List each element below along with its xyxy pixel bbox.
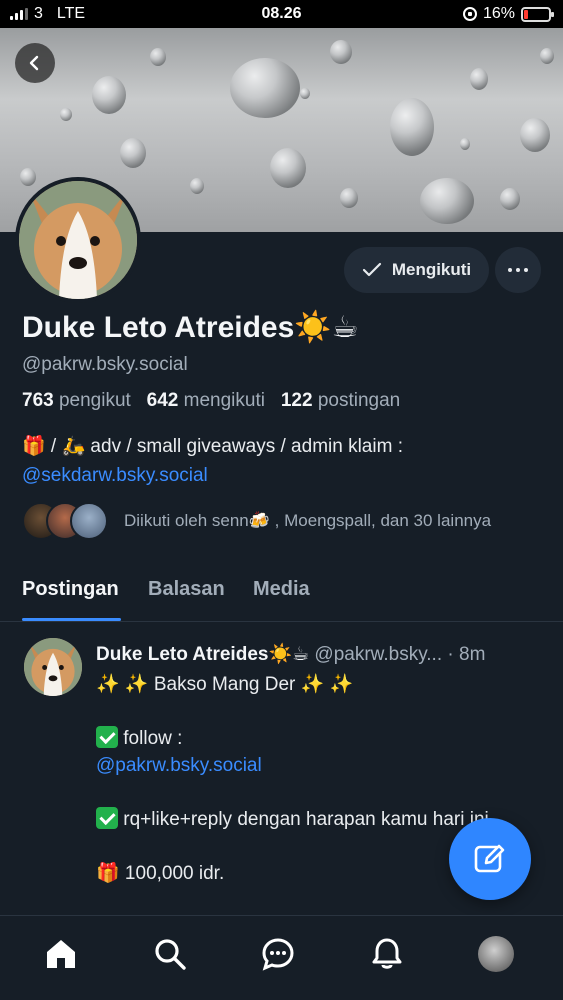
bell-icon — [372, 938, 402, 969]
check-icon — [362, 262, 381, 277]
dog-avatar-image — [24, 638, 82, 696]
post-author-name[interactable]: Duke Leto Atreides☀️☕ — [96, 644, 309, 665]
profile-bio: 🎁 / 🛵 adv / small giveaways / admin klai… — [22, 432, 542, 490]
tab-replies[interactable]: Balasan — [148, 578, 225, 601]
followed-by-row[interactable]: Diikuti oleh senn🍻 , Moengspall, dan 30 … — [22, 502, 491, 540]
home-icon — [47, 940, 75, 968]
post-line: ✨ ✨ Bakso Mang Der ✨ ✨ — [96, 674, 354, 695]
dog-avatar-image — [19, 181, 137, 299]
compose-icon — [474, 844, 505, 873]
post-author-handle[interactable]: @pakrw.bsky... — [314, 644, 442, 665]
post-author-avatar[interactable] — [24, 638, 82, 696]
following-stat[interactable]: 642 mengikuti — [147, 390, 265, 411]
check-emoji-icon — [96, 726, 118, 748]
rotation-lock-icon — [462, 7, 477, 21]
post-time: · 8m — [447, 644, 486, 665]
profile-stats: 763 pengikut 642 mengikuti 122 postingan — [22, 390, 400, 412]
nav-search[interactable] — [150, 934, 190, 974]
back-icon — [29, 55, 39, 71]
check-emoji-icon — [96, 807, 118, 829]
bio-text: 🎁 / 🛵 adv / small giveaways / admin klai… — [22, 436, 403, 457]
profile-avatar[interactable] — [15, 177, 141, 303]
post-mention-link[interactable]: @pakrw.bsky.social — [96, 752, 536, 779]
nav-home[interactable] — [41, 934, 81, 974]
post-line: rq+like+reply dengan harapan kamu hari i… — [118, 809, 495, 830]
chat-icon — [262, 938, 294, 971]
more-options-button[interactable] — [495, 247, 541, 293]
bio-link[interactable]: @sekdarw.bsky.social — [22, 465, 208, 486]
battery-percent: 16% — [482, 5, 515, 22]
following-button[interactable]: Mengikuti — [344, 247, 489, 293]
search-icon — [155, 939, 186, 970]
posts-stat: 122 postingan — [280, 390, 401, 411]
status-bar: 3 LTE 08.26 16% — [0, 0, 563, 28]
nav-notifications[interactable] — [367, 934, 407, 974]
more-icon — [508, 268, 512, 272]
profile-handle: @pakrw.bsky.social — [22, 354, 188, 375]
post-header: Duke Leto Atreides☀️☕ @pakrw.bsky... · 8… — [96, 642, 546, 666]
nav-profile[interactable] — [476, 934, 516, 974]
followers-stat[interactable]: 763 pengikut — [22, 390, 131, 411]
following-button-label: Mengikuti — [391, 260, 472, 279]
tab-media[interactable]: Media — [253, 578, 310, 601]
followed-by-text: Diikuti oleh senn🍻 , Moengspall, dan 30 … — [124, 511, 492, 530]
follower-avatar — [70, 502, 108, 540]
back-button[interactable] — [15, 43, 55, 83]
tab-posts[interactable]: Postingan — [22, 578, 119, 601]
compose-button[interactable] — [449, 818, 531, 900]
post-line: follow : — [118, 728, 183, 749]
display-name: Duke Leto Atreides☀️☕ — [22, 311, 359, 344]
bottom-navigation — [0, 915, 563, 1000]
profile-avatar-small — [478, 936, 514, 972]
active-tab-indicator — [22, 618, 121, 621]
nav-chat[interactable] — [258, 934, 298, 974]
profile-tabs: Postingan Balasan Media — [0, 566, 563, 622]
battery-icon — [521, 6, 554, 22]
